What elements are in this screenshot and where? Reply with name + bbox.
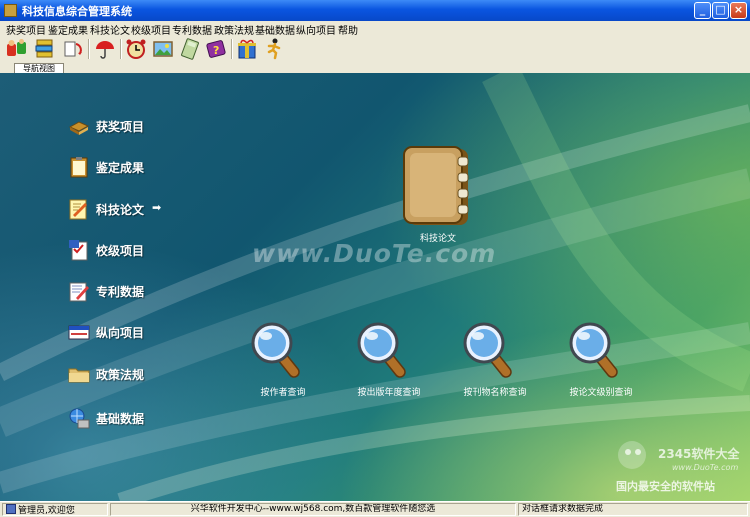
status-center: 兴华软件开发中心--www.wj568.com,数百款管理软件随您选 xyxy=(110,503,516,516)
query-label: 按作者查询 xyxy=(260,388,306,398)
nav-label: 政策法规 xyxy=(96,368,145,382)
app-icon xyxy=(4,4,17,17)
query-label: 按论文级别查询 xyxy=(569,388,633,398)
query-by-level-button[interactable] xyxy=(568,321,628,383)
maximize-button[interactable]: □ xyxy=(712,2,729,19)
nav-item-policy[interactable]: 政策法规 xyxy=(68,361,208,387)
papers-feature-label: 科技论文 xyxy=(419,234,456,244)
nav-label: 鉴定成果 xyxy=(96,161,145,175)
magnifier-icon xyxy=(463,322,512,378)
nav-label: 纵向项目 xyxy=(96,326,145,340)
window-form-icon xyxy=(68,321,90,343)
clipboard-icon xyxy=(68,156,90,178)
nav-item-vertical-projects[interactable]: 纵向项目 xyxy=(68,319,208,345)
title-bar[interactable]: 科技信息综合管理系统 _ □ × xyxy=(0,0,750,21)
notepad-pencil-icon xyxy=(68,280,90,302)
view-tab-strip: 导航视图 xyxy=(0,63,750,73)
magnifier-icon xyxy=(357,322,406,378)
window-title: 科技信息综合管理系统 xyxy=(22,5,132,18)
query-label: 按出版年度查询 xyxy=(357,388,421,398)
nav-item-appraisal[interactable]: 鉴定成果 xyxy=(68,154,208,180)
nav-item-awards[interactable]: 获奖项目 xyxy=(68,113,208,139)
checklist-icon xyxy=(68,239,90,261)
address-book-icon xyxy=(403,146,469,225)
query-by-journal-button[interactable] xyxy=(462,321,522,383)
magnifier-icon xyxy=(251,322,300,378)
user-status-icon xyxy=(6,504,16,514)
running-man-icon[interactable] xyxy=(263,38,285,60)
umbrella-icon[interactable] xyxy=(94,38,116,60)
paper-pen-icon xyxy=(68,198,90,220)
close-button[interactable]: × xyxy=(730,2,747,19)
toolbar: ? xyxy=(0,35,750,64)
status-bar: 管理员,欢迎您 兴华软件开发中心--www.wj568.com,数百款管理软件随… xyxy=(0,501,750,517)
query-by-year-button[interactable] xyxy=(356,321,416,383)
users-exchange-icon[interactable] xyxy=(6,38,28,60)
minimize-button[interactable]: _ xyxy=(694,2,711,19)
query-label: 按刊物名称查询 xyxy=(463,388,527,398)
nav-label: 校级项目 xyxy=(96,244,145,258)
nav-label: 基础数据 xyxy=(96,412,145,426)
nav-label: 专利数据 xyxy=(96,285,145,299)
magnifier-icon xyxy=(569,322,618,378)
query-by-author-button[interactable] xyxy=(250,321,310,383)
nav-label: 科技论文 xyxy=(96,203,145,217)
tab-navigation-view[interactable]: 导航视图 xyxy=(14,63,64,73)
gift-box-icon[interactable] xyxy=(236,38,258,60)
book-stack-icon[interactable] xyxy=(34,38,56,60)
status-message: 对话框请求数据完成 xyxy=(518,503,748,516)
status-user: 管理员,欢迎您 xyxy=(2,503,108,516)
help-book-icon[interactable]: ? xyxy=(205,38,227,60)
svg-text:?: ? xyxy=(213,44,219,57)
toolbar-separator xyxy=(88,39,90,59)
nav-item-patents[interactable]: 专利数据 xyxy=(68,278,208,304)
toolbar-separator xyxy=(120,39,122,59)
site-watermark-url: www.DuoTe.com xyxy=(672,463,739,472)
papers-feature-button[interactable] xyxy=(396,143,480,229)
site-watermark-slogan: 国内最安全的软件站 xyxy=(616,480,715,493)
award-book-icon xyxy=(68,115,90,137)
app-window: 科技信息综合管理系统 _ □ × 获奖项目 鉴定成果 科技论文 校级项目 专利数… xyxy=(0,0,750,517)
menu-bar: 获奖项目 鉴定成果 科技论文 校级项目 专利数据 政策法规 基础数据 纵向项目 … xyxy=(0,21,750,37)
nav-item-papers[interactable]: 科技论文 ➡ xyxy=(68,196,208,222)
active-arrow-icon: ➡ xyxy=(152,201,162,214)
nav-item-school-projects[interactable]: 校级项目 xyxy=(68,237,208,263)
refresh-arrows-icon[interactable] xyxy=(62,38,84,60)
database-globe-icon xyxy=(68,407,90,429)
status-user-text: 管理员,欢迎您 xyxy=(18,506,75,516)
calculator-icon[interactable] xyxy=(179,38,201,60)
nav-item-basic-data[interactable]: 基础数据 xyxy=(68,405,208,431)
picture-icon[interactable] xyxy=(152,38,174,60)
navigation-view: 获奖项目 鉴定成果 科技论文 ➡ 校级项目 专利数据 纵向项目 政策法规 基础数… xyxy=(0,73,750,501)
toolbar-separator xyxy=(231,39,233,59)
folder-icon xyxy=(68,363,90,385)
alarm-clock-icon[interactable] xyxy=(125,38,147,60)
site-watermark-brand: 2345软件大全 xyxy=(658,447,740,461)
nav-label: 获奖项目 xyxy=(96,120,145,134)
